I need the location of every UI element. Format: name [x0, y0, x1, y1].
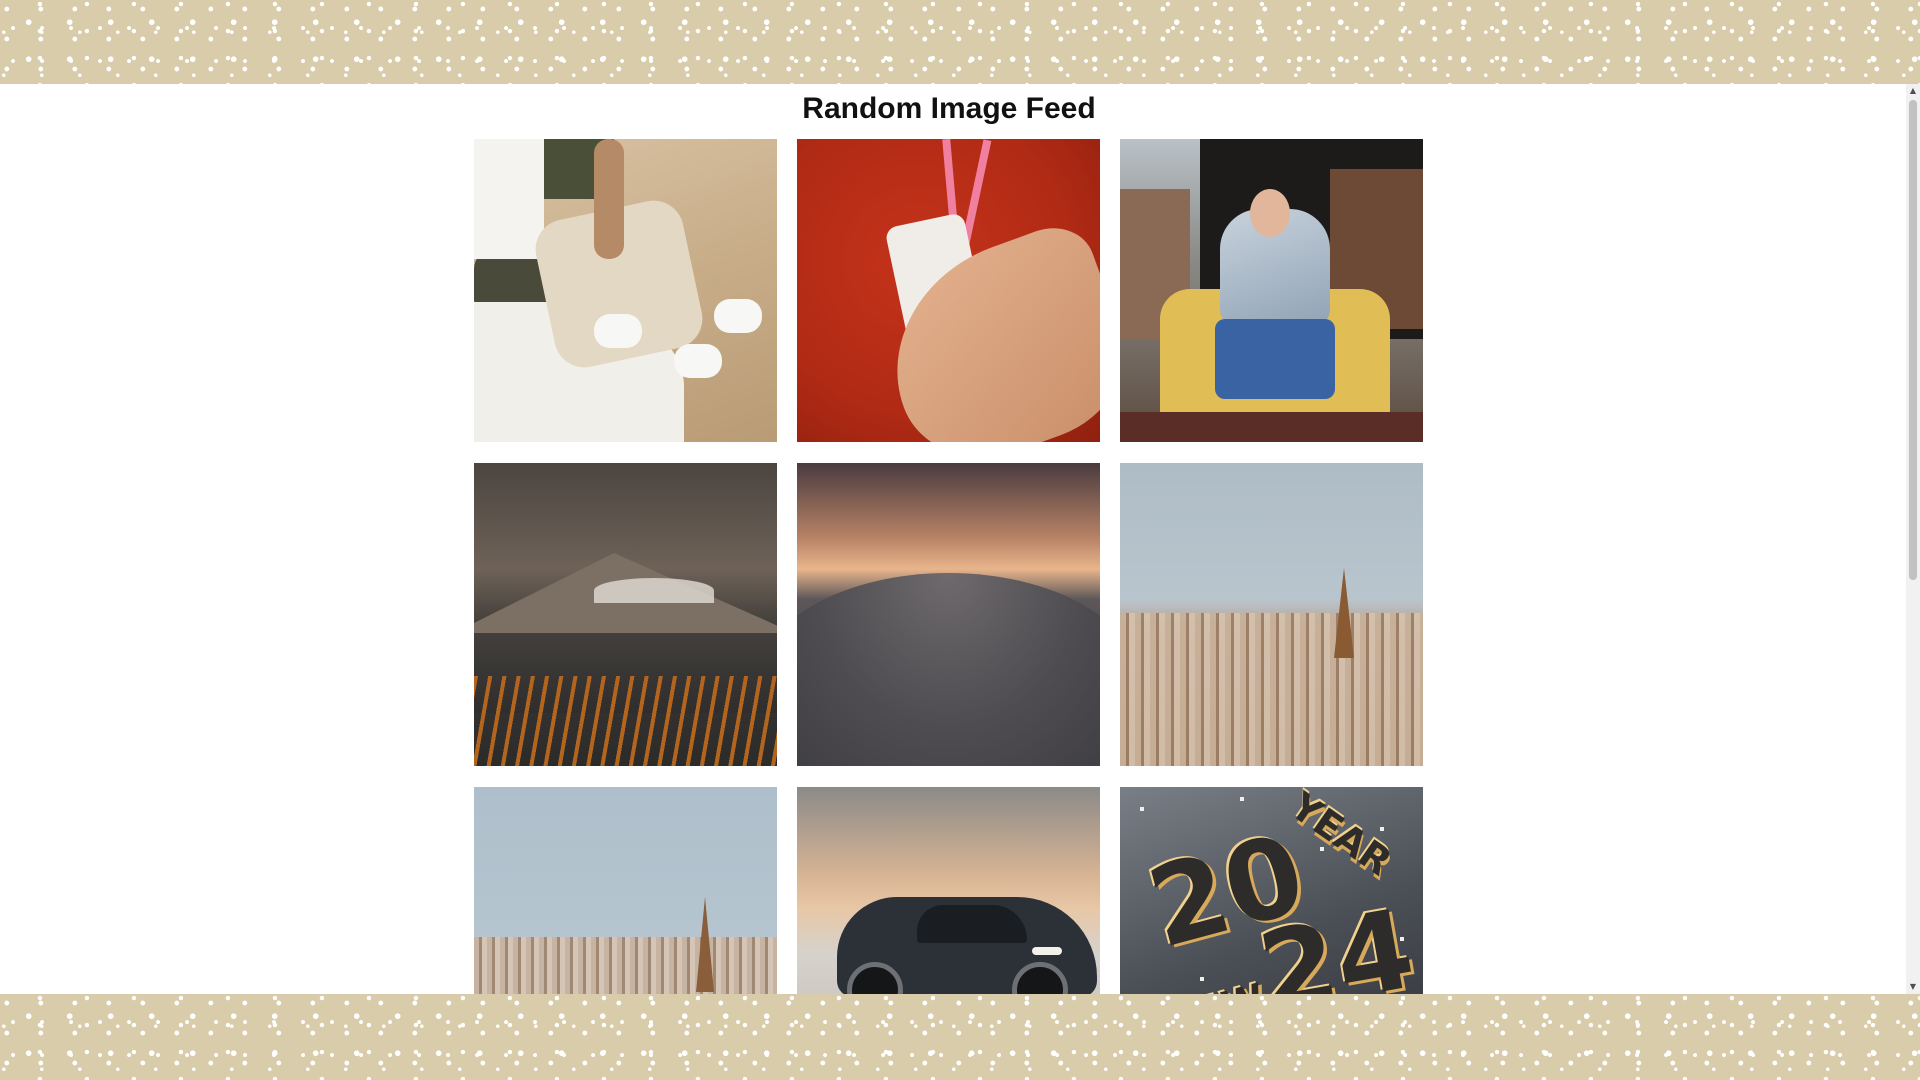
image-grid: 20 YEAR 24 NEW — [474, 139, 1424, 994]
image-new-year-2024[interactable]: 20 YEAR 24 NEW — [1120, 787, 1423, 994]
image-suv-snow[interactable] — [797, 787, 1100, 994]
page-title: Random Image Feed — [802, 92, 1096, 125]
image-dune-sunset[interactable] — [797, 463, 1100, 766]
scroll-down-arrow-icon[interactable]: ▼ — [1906, 980, 1920, 994]
image-beach-couple[interactable] — [474, 139, 777, 442]
browser-viewport: Random Image Feed 20 YEAR 24 ▲ ▼ — [0, 84, 1920, 994]
scrollbar-thumb[interactable] — [1909, 100, 1917, 580]
image-paris-aerial[interactable] — [1120, 463, 1423, 766]
image-paris-skyline[interactable] — [474, 787, 777, 994]
vertical-scrollbar[interactable]: ▲ ▼ — [1906, 84, 1920, 994]
paris-skyline-photo — [474, 787, 777, 994]
suv-photo — [797, 787, 1100, 994]
man-chair-photo — [1120, 139, 1423, 442]
image-man-yellow-chair[interactable] — [1120, 139, 1423, 442]
dune-sunset-photo — [797, 463, 1100, 766]
scroll-up-arrow-icon[interactable]: ▲ — [1906, 84, 1920, 98]
new-year-2024-artwork: 20 YEAR 24 NEW — [1120, 787, 1423, 994]
bottom-pattern-border — [0, 994, 1920, 1080]
beach-photo — [474, 139, 777, 442]
paris-aerial-photo — [1120, 463, 1423, 766]
image-hand-drink-red[interactable] — [797, 139, 1100, 442]
word-bottom: NEW — [1161, 975, 1269, 994]
mountain-lake-photo — [474, 463, 777, 766]
hand-drink-photo — [797, 139, 1100, 442]
top-pattern-border — [0, 0, 1920, 84]
image-mountain-lake[interactable] — [474, 463, 777, 766]
